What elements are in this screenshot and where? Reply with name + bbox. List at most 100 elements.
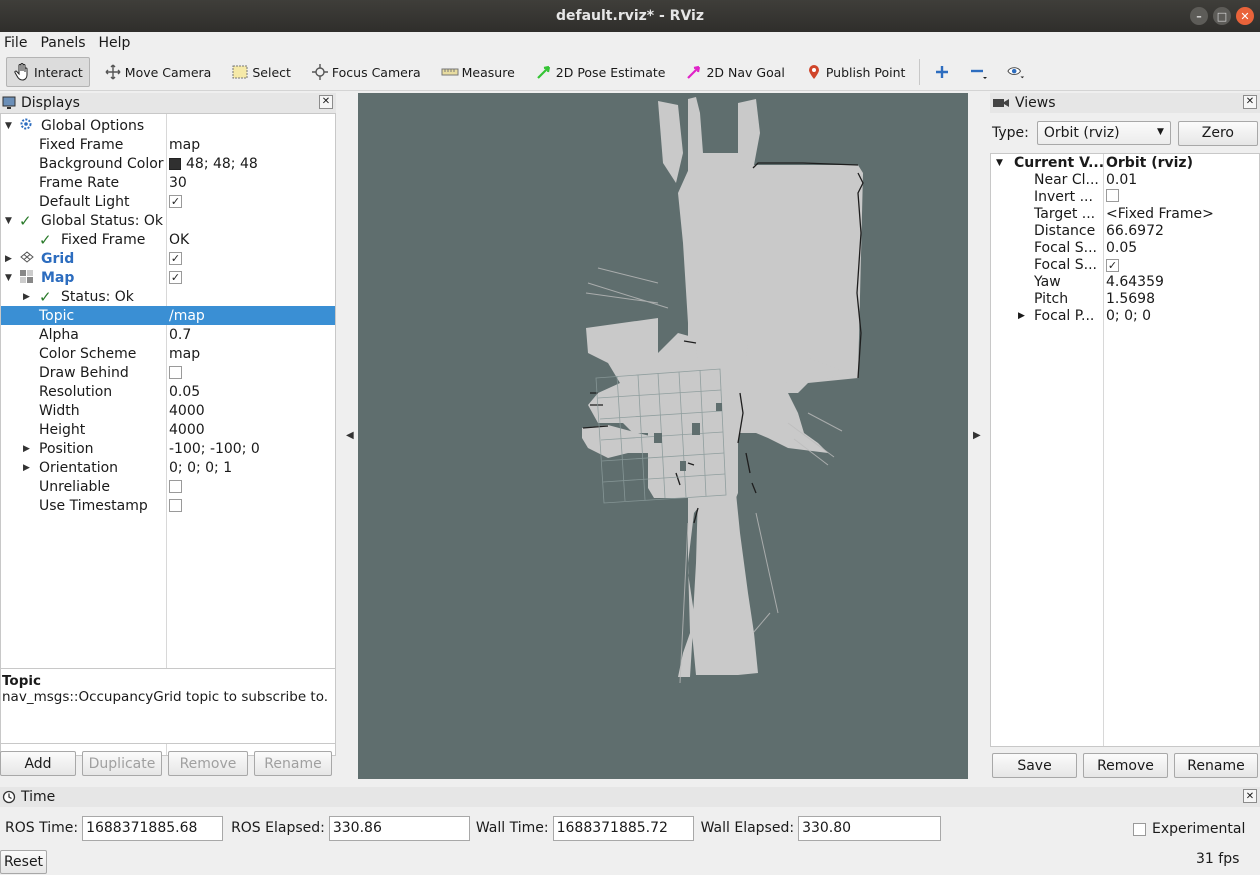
experimental-label: Experimental [1152,821,1246,837]
plus-icon [933,63,951,81]
color-swatch[interactable] [169,157,181,170]
measure-tool-button[interactable]: Measure [435,57,521,87]
collapse-right-arrow-icon[interactable]: ▶ [973,430,981,441]
publish-point-tool-button[interactable]: Publish Point [799,57,912,87]
pose-estimate-tool-button[interactable]: 2D Pose Estimate [529,57,672,87]
expand-arrow-icon[interactable]: ▼ [5,216,12,226]
tree-row-resolution[interactable]: Resolution 0.05 [1,382,335,401]
duplicate-display-button[interactable]: Duplicate [82,751,162,776]
interact-tool-button[interactable]: Interact [6,57,90,87]
tree-row-default-light[interactable]: Default Light ✓ [1,192,335,211]
default-light-checkbox[interactable]: ✓ [169,195,182,208]
select-tool-button[interactable]: Select [225,57,297,87]
views-row-pitch[interactable]: Pitch 1.5698 [991,291,1259,308]
rename-display-button[interactable]: Rename [254,751,332,776]
time-close-icon[interactable]: ✕ [1243,789,1257,803]
tree-row-width[interactable]: Width 4000 [1,401,335,420]
experimental-option[interactable]: Experimental [1133,821,1245,837]
tree-row-draw-behind[interactable]: Draw Behind [1,363,335,382]
tree-row-orientation[interactable]: ▶ Orientation 0; 0; 0; 1 [1,458,335,477]
use-timestamp-checkbox[interactable] [169,499,182,512]
rename-view-button[interactable]: Rename [1174,753,1258,778]
reset-button[interactable]: Reset [0,850,47,874]
unreliable-checkbox[interactable] [169,480,182,493]
collapse-arrow-icon[interactable]: ▶ [23,463,30,473]
move-camera-tool-button[interactable]: Move Camera [98,57,218,87]
menu-file[interactable]: File [4,35,27,51]
views-tree-header-row[interactable]: ▼ Current V... Orbit (rviz) [991,155,1259,172]
menu-help[interactable]: Help [99,35,131,51]
grid-enabled-checkbox[interactable]: ✓ [169,252,182,265]
tree-row-height[interactable]: Height 4000 [1,420,335,439]
tree-row-alpha[interactable]: Alpha 0.7 [1,325,335,344]
expand-arrow-icon[interactable]: ▼ [5,273,12,283]
add-display-button[interactable]: Add [0,751,76,776]
displays-close-icon[interactable]: ✕ [319,95,333,109]
checkmark-icon: ✓ [39,230,52,249]
tree-row-unreliable[interactable]: Unreliable [1,477,335,496]
time-panel: Time ✕ ROS Time: 1688371885.68 ROS Elaps… [0,787,1260,875]
toolbar-separator [919,59,921,85]
tree-row-frame-rate[interactable]: Frame Rate 30 [1,173,335,192]
add-tool-button[interactable] [928,57,959,87]
views-row-focal-shape-size[interactable]: Focal S... 0.05 [991,240,1259,257]
tree-row-color-scheme[interactable]: Color Scheme map [1,344,335,363]
tree-row-fixed-frame[interactable]: Fixed Frame map [1,135,335,154]
remove-display-button[interactable]: Remove [168,751,248,776]
collapse-left-arrow-icon[interactable]: ◀ [346,430,354,441]
remove-view-button[interactable]: Remove [1083,753,1168,778]
views-row-focal-shape-fixed[interactable]: Focal S... ✓ [991,257,1259,274]
tree-row-grid[interactable]: ▶ Grid ✓ [1,249,335,268]
occupancy-map [582,97,864,684]
save-view-button[interactable]: Save [992,753,1077,778]
3d-viewport[interactable] [358,93,968,779]
collapse-arrow-icon[interactable]: ▶ [5,254,12,264]
collapse-arrow-icon[interactable]: ▶ [23,444,30,454]
tree-row-topic[interactable]: Topic /map [1,306,335,325]
remove-tool-button[interactable] [965,57,996,87]
experimental-checkbox[interactable] [1133,822,1146,836]
expand-arrow-icon[interactable]: ▼ [5,121,12,131]
tree-row-position[interactable]: ▶ Position -100; -100; 0 [1,439,335,458]
tree-row-fixed-frame-status[interactable]: ✓ Fixed Frame OK [1,230,335,249]
views-close-icon[interactable]: ✕ [1243,95,1257,109]
invert-z-checkbox[interactable] [1106,189,1119,202]
tree-row-global-options[interactable]: ▼ Global Options [1,116,335,135]
views-row-focal-point[interactable]: ▶ Focal P... 0; 0; 0 [991,308,1259,325]
views-panel-header: Views ✕ [990,93,1260,113]
time-panel-header: Time ✕ [0,787,1260,807]
views-row-target-frame[interactable]: Target ... <Fixed Frame> [991,206,1259,223]
views-row-invert[interactable]: Invert ... [991,189,1259,206]
wall-time-field[interactable]: 1688371885.72 [552,815,694,841]
panel-visibility-button[interactable] [1002,57,1033,87]
expand-arrow-icon[interactable]: ▼ [996,158,1003,168]
title-bar: default.rviz* - RViz – □ ✕ [0,0,1260,32]
focal-shape-checkbox[interactable]: ✓ [1106,259,1119,272]
ros-elapsed-field[interactable]: 330.86 [328,815,470,841]
tree-row-background-color[interactable]: Background Color 48; 48; 48 [1,154,335,173]
views-row-yaw[interactable]: Yaw 4.64359 [991,274,1259,291]
tree-row-map-status[interactable]: ▶ ✓ Status: Ok [1,287,335,306]
collapse-arrow-icon[interactable]: ▶ [1018,311,1025,321]
displays-panel-header: Displays ✕ [0,93,336,113]
close-icon[interactable]: ✕ [1236,7,1254,25]
move-camera-icon [104,63,122,81]
views-panel: Views ✕ Type: Orbit (rviz) ▼ Zero ▼ Curr… [990,93,1260,779]
nav-goal-tool-button[interactable]: 2D Nav Goal [679,57,790,87]
tree-row-global-status[interactable]: ▼ ✓ Global Status: Ok [1,211,335,230]
map-enabled-checkbox[interactable]: ✓ [169,271,182,284]
collapse-arrow-icon[interactable]: ▶ [23,292,30,302]
maximize-icon[interactable]: □ [1213,7,1231,25]
views-row-near-clip[interactable]: Near Cl... 0.01 [991,172,1259,189]
tree-row-use-timestamp[interactable]: Use Timestamp [1,496,335,515]
view-type-select[interactable]: Orbit (rviz) ▼ [1036,121,1171,145]
tree-row-map[interactable]: ▼ Map ✓ [1,268,335,287]
ros-time-field[interactable]: 1688371885.68 [82,815,224,841]
focus-camera-tool-button[interactable]: Focus Camera [305,57,427,87]
zero-button[interactable]: Zero [1177,120,1258,146]
wall-elapsed-field[interactable]: 330.80 [798,815,942,841]
draw-behind-checkbox[interactable] [169,366,182,379]
menu-panels[interactable]: Panels [40,35,85,51]
minimize-icon[interactable]: – [1190,7,1208,25]
views-row-distance[interactable]: Distance 66.6972 [991,223,1259,240]
